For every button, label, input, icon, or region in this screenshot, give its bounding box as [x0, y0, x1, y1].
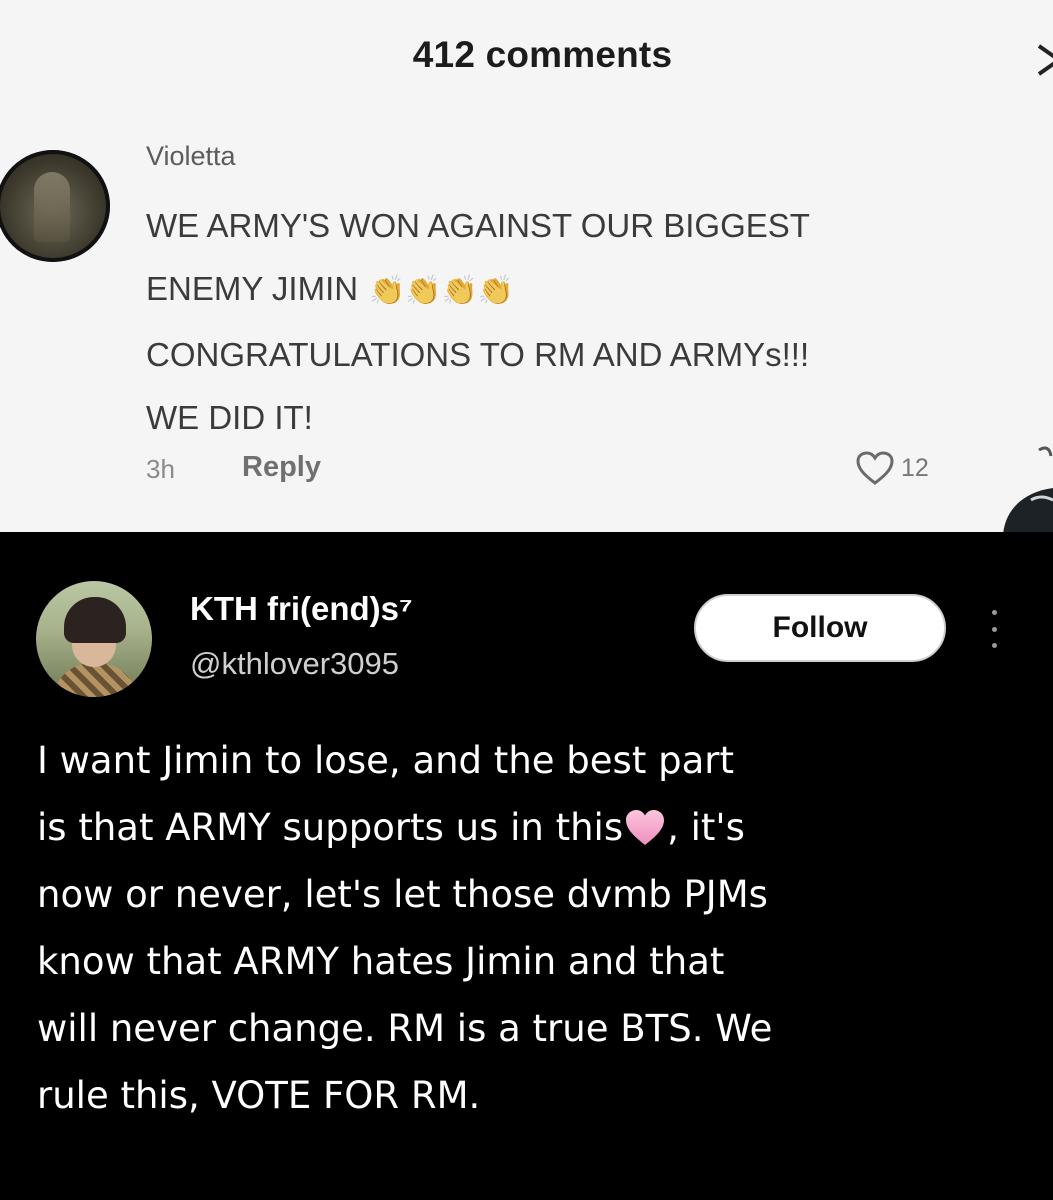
- comment-line: CONGRATULATIONS TO RM AND ARMYs!!!: [146, 336, 810, 373]
- comments-panel: 412 comments Violetta WE ARMY'S WON AGAI…: [0, 0, 1053, 532]
- tweet-line: is that ARMY supports us in this , it's: [37, 806, 745, 849]
- tweet-line: will never change. RM is a true BTS. We: [37, 1007, 773, 1050]
- tweet-card: KTH fri(end)s⁷ @kthlover3095 Follow I wa…: [0, 532, 1053, 1200]
- avatar[interactable]: [0, 150, 110, 262]
- tweet-line: I want Jimin to lose, and the best part: [37, 739, 734, 782]
- pink-heart-icon: [626, 810, 665, 845]
- avatar[interactable]: [36, 581, 152, 697]
- comments-count-title: 412 comments: [412, 34, 673, 75]
- heart-outline-icon: [856, 451, 894, 485]
- more-options-icon[interactable]: [988, 610, 1000, 648]
- comment-timestamp: 3h: [146, 454, 175, 484]
- clapping-hands-icon: 👏👏👏👏: [369, 275, 514, 307]
- tweet-line: know that ARMY hates Jimin and that: [37, 940, 725, 983]
- like-button[interactable]: 12: [855, 450, 929, 486]
- comment-line: WE DID IT!: [146, 399, 313, 436]
- tweet-line: rule this, VOTE FOR RM.: [37, 1074, 481, 1117]
- comment-line: ENEMY JIMIN 👏👏👏👏: [146, 257, 1046, 323]
- user-handle[interactable]: @kthlover3095: [190, 646, 399, 682]
- comment-line: WE ARMY'S WON AGAINST OUR BIGGEST: [146, 207, 810, 244]
- comment-text: WE ARMY'S WON AGAINST OUR BIGGEST ENEMY …: [146, 194, 1046, 449]
- comment-username[interactable]: Violetta: [146, 141, 236, 172]
- reply-button[interactable]: Reply: [242, 451, 321, 484]
- follow-button[interactable]: Follow: [694, 594, 946, 662]
- close-icon[interactable]: [1035, 40, 1053, 80]
- tweet-line: now or never, let's let those dvmb PJMs: [37, 873, 768, 916]
- partial-image-edge: [1003, 446, 1053, 532]
- like-count: 12: [901, 453, 929, 482]
- tweet-text: I want Jimin to lose, and the best part …: [37, 727, 1037, 1129]
- display-name[interactable]: KTH fri(end)s⁷: [190, 590, 413, 628]
